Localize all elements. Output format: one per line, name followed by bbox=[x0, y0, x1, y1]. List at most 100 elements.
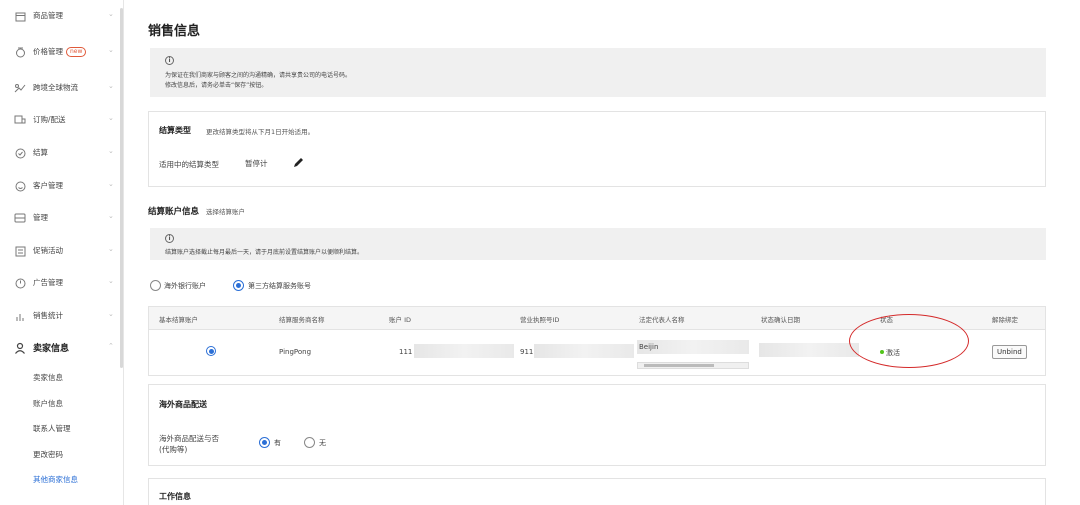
third-party-label: 第三方结算服务账号 bbox=[248, 282, 311, 290]
column-header: 营业执照号ID bbox=[520, 316, 560, 324]
column-header: 基本结算账户 bbox=[159, 316, 198, 324]
license-id: 911 bbox=[520, 348, 534, 356]
settlement-type-note: 更改结算类型将从下月1日开始适用。 bbox=[206, 128, 315, 136]
overseas-delivery-card: 海外商品配送 海外商品配送与否 (代购等) 有 无 bbox=[148, 384, 1046, 466]
logistics-icon bbox=[13, 81, 27, 95]
overseas-delivery-label: 海外商品配送与否 bbox=[159, 434, 219, 443]
sidebar-item-label: 跨境全球物流 bbox=[33, 83, 78, 92]
work-info-title: 工作信息 bbox=[159, 492, 191, 501]
cell-horizontal-scrollbar[interactable] bbox=[637, 362, 749, 369]
third-party-radio[interactable] bbox=[233, 280, 244, 291]
sub-item-seller-info[interactable]: 卖家信息 bbox=[33, 372, 63, 383]
redacted-account-id bbox=[414, 344, 514, 358]
sub-item-change-password[interactable]: 更改密码 bbox=[33, 449, 63, 460]
representative-name: Beijin bbox=[639, 343, 659, 351]
page-title: 销售信息 bbox=[148, 24, 201, 39]
chevron-down-icon: ⌄ bbox=[108, 82, 114, 90]
settlement-account-title: 结算账户信息 bbox=[148, 207, 200, 217]
pencil-icon[interactable] bbox=[293, 157, 304, 168]
column-header: 账户 ID bbox=[389, 316, 411, 324]
sidebar-item-label-text: 价格管理 bbox=[33, 47, 63, 56]
sidebar-item-label: 广告管理 bbox=[33, 278, 63, 287]
sidebar-item-promotion[interactable]: 促销活动 ⌄ bbox=[0, 241, 118, 261]
redacted-confirm-date bbox=[759, 343, 859, 357]
chevron-down-icon: ⌄ bbox=[108, 180, 114, 188]
sidebar-item-label: 客户管理 bbox=[33, 181, 63, 190]
column-header: 法定代表人名称 bbox=[639, 316, 685, 324]
column-header: 结算服务商名称 bbox=[279, 316, 325, 324]
sidebar-item-label: 订购/配送 bbox=[33, 115, 66, 124]
sidebar-item-label: 商品管理 bbox=[33, 11, 63, 20]
product-icon bbox=[13, 9, 27, 23]
column-header: 状态确认日期 bbox=[761, 316, 800, 324]
ad-icon bbox=[13, 276, 27, 290]
notice-line: 修改信息后，请务必单击“保存”按钮。 bbox=[165, 82, 268, 89]
overseas-yes-radio[interactable] bbox=[259, 437, 270, 448]
sidebar-item-logistics[interactable]: 跨境全球物流 ⌄ bbox=[0, 78, 118, 98]
new-badge: new bbox=[66, 47, 87, 57]
info-icon: i bbox=[165, 234, 174, 243]
overseas-bank-radio[interactable] bbox=[150, 280, 161, 291]
chevron-down-icon: ⌄ bbox=[108, 212, 114, 220]
sidebar-item-product[interactable]: 商品管理 ⌄ bbox=[0, 6, 118, 26]
settlement-type-value: 暂停计 bbox=[245, 159, 268, 168]
account-id: 111 bbox=[399, 348, 413, 356]
promotion-icon bbox=[13, 244, 27, 258]
notice-line: 为保证在我们商家与顾客之间的沟通精确，请共享贵公司的电话号码。 bbox=[165, 72, 352, 79]
account-notice-box: i 结算账户选择截止每月最后一天，请于月底前设置结算账户以便顺利结算。 bbox=[150, 228, 1046, 260]
work-info-card: 工作信息 bbox=[148, 478, 1046, 505]
order-icon bbox=[13, 113, 27, 127]
column-header: 解除绑定 bbox=[992, 316, 1018, 324]
sidebar: 商品管理 ⌄ 价格管理 new ⌄ 跨境全球物流 ⌄ 订购/配送 ⌄ 结算 ⌄ 客… bbox=[0, 0, 124, 505]
settlement-type-label: 适用中的结算类型 bbox=[159, 160, 219, 169]
unbind-button[interactable]: Unbind bbox=[992, 345, 1027, 359]
sub-item-other-info[interactable]: 其他商家信息 bbox=[33, 474, 78, 485]
chevron-down-icon: ⌄ bbox=[108, 114, 114, 122]
sidebar-item-label: 价格管理 new bbox=[33, 46, 87, 57]
sidebar-item-label: 结算 bbox=[33, 148, 48, 157]
sidebar-item-label: 卖家信息 bbox=[33, 344, 70, 354]
sidebar-item-order[interactable]: 订购/配送 ⌄ bbox=[0, 110, 118, 130]
overseas-yes-label: 有 bbox=[274, 439, 281, 447]
overseas-no-label: 无 bbox=[319, 439, 326, 447]
sidebar-item-ad[interactable]: 广告管理 ⌄ bbox=[0, 273, 118, 293]
chevron-down-icon: ⌄ bbox=[108, 46, 114, 54]
sidebar-item-customer[interactable]: 客户管理 ⌄ bbox=[0, 176, 118, 196]
chevron-down-icon: ⌄ bbox=[108, 10, 114, 18]
redacted-license-id bbox=[534, 344, 634, 358]
settlement-type-card: 结算类型 更改结算类型将从下月1日开始适用。 适用中的结算类型 暂停计 bbox=[148, 111, 1046, 187]
overseas-delivery-label-sub: (代购等) bbox=[159, 445, 188, 454]
user-icon bbox=[13, 341, 27, 355]
sidebar-item-label: 促销活动 bbox=[33, 246, 63, 255]
manage-icon bbox=[13, 211, 27, 225]
sidebar-scrollbar[interactable] bbox=[120, 8, 123, 368]
settlement-icon bbox=[13, 146, 27, 160]
chevron-down-icon: ⌄ bbox=[108, 310, 114, 318]
overseas-delivery-title: 海外商品配送 bbox=[159, 400, 207, 409]
sidebar-item-price[interactable]: 价格管理 new ⌄ bbox=[0, 42, 118, 62]
settlement-account-subtitle: 选择结算账户 bbox=[206, 208, 245, 216]
chevron-down-icon: ⌄ bbox=[108, 277, 114, 285]
default-account-radio[interactable] bbox=[206, 346, 216, 356]
notice-line: 结算账户选择截止每月最后一天，请于月底前设置结算账户以便顺利结算。 bbox=[165, 249, 364, 256]
info-icon: i bbox=[165, 56, 174, 65]
sub-item-account-info[interactable]: 账户信息 bbox=[33, 398, 63, 409]
chevron-up-icon: ⌃ bbox=[108, 342, 114, 350]
scrollbar-thumb[interactable] bbox=[644, 364, 714, 367]
sidebar-item-manage[interactable]: 管理 ⌄ bbox=[0, 208, 118, 228]
stats-icon bbox=[13, 309, 27, 323]
overseas-bank-label: 海外银行账户 bbox=[164, 282, 206, 290]
sidebar-item-settlement[interactable]: 结算 ⌄ bbox=[0, 143, 118, 163]
sidebar-item-label: 销售统计 bbox=[33, 311, 63, 320]
notice-box: i 为保证在我们商家与顾客之间的沟通精确，请共享贵公司的电话号码。 修改信息后，… bbox=[150, 48, 1046, 97]
chevron-down-icon: ⌄ bbox=[108, 245, 114, 253]
overseas-no-radio[interactable] bbox=[304, 437, 315, 448]
sidebar-item-seller-info[interactable]: 卖家信息 ⌃ bbox=[0, 338, 118, 358]
sub-item-contacts[interactable]: 联系人管理 bbox=[33, 423, 71, 434]
provider-name: PingPong bbox=[279, 348, 312, 356]
sidebar-item-stats[interactable]: 销售统计 ⌄ bbox=[0, 306, 118, 326]
price-tag-icon bbox=[13, 45, 27, 59]
chevron-down-icon: ⌄ bbox=[108, 147, 114, 155]
annotation-ellipse bbox=[849, 314, 969, 368]
customer-icon bbox=[13, 179, 27, 193]
